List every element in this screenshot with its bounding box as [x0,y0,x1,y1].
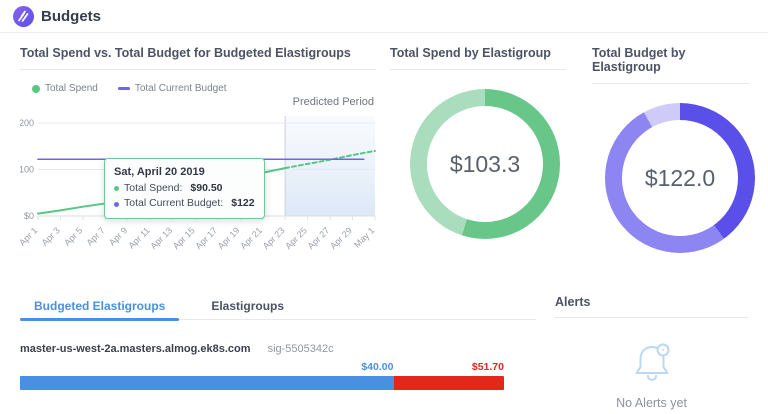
legend-label: Total Current Budget [135,83,227,94]
svg-text:Apr 5: Apr 5 [62,225,84,247]
total-amount-label: $51.70 [472,361,504,373]
legend-item-total-current-budget[interactable]: Total Current Budget [118,83,227,94]
over-budget-bar-segment [394,376,504,390]
budgeted-elastigroup-row[interactable]: master-us-west-2a.masters.almog.ek8s.com… [20,343,536,355]
total-spend-value: $103.3 [410,89,560,239]
elastigroup-sig-id: sig-5505342c [268,343,334,355]
total-budget-donut: $122.0 [605,103,755,253]
spend-vs-budget-title: Total Spend vs. Total Budget for Budgete… [20,46,376,70]
tooltip-total-spend: Total Spend: $90.50 [114,181,255,197]
stacked-budget-bar [20,376,504,390]
tab-budgeted-elastigroups[interactable]: Budgeted Elastigroups [20,295,179,319]
tooltip-total-current-budget: Total Current Budget: $122 [114,196,255,212]
purple-bullet-icon [114,202,119,207]
spend-vs-budget-panel: Total Spend vs. Total Budget for Budgete… [20,46,376,290]
svg-text:Apr 19: Apr 19 [216,225,242,251]
legend-item-total-spend[interactable]: Total Spend [32,83,98,94]
tooltip-date: Sat, April 20 2019 [114,164,255,181]
svg-text:Apr 17: Apr 17 [193,225,219,251]
green-bullet-icon [114,186,119,191]
elastigroups-panel: Budgeted Elastigroups Elastigroups maste… [20,295,536,390]
total-budget-panel: Total Budget by Elastigroup $122.0 [592,46,749,253]
svg-text:Apr 1: Apr 1 [20,225,39,247]
svg-text:Apr 7: Apr 7 [85,225,107,247]
alerts-panel: Alerts No Alerts yet [555,295,748,410]
alerts-title: Alerts [555,295,748,318]
svg-text:$0: $0 [24,211,34,221]
spotinst-logo-icon [13,6,34,27]
svg-text:Apr 13: Apr 13 [148,225,174,251]
svg-text:$100: $100 [20,164,34,174]
tab-bar: Budgeted Elastigroups Elastigroups [20,295,536,320]
budget-usage-bar: $40.00 $51.70 [20,361,504,390]
total-spend-panel: Total Spend by Elastigroup $103.3 [390,46,566,239]
tab-elastigroups[interactable]: Elastigroups [197,295,298,319]
total-budget-title: Total Budget by Elastigroup [592,46,749,84]
legend-label: Total Spend [45,83,98,94]
budget-line-icon [118,87,130,90]
predicted-period-label: Predicted Period [293,96,374,108]
bell-icon [626,338,678,386]
bar-labels: $40.00 $51.70 [20,361,504,374]
chart-tooltip: Sat, April 20 2019 Total Spend: $90.50 T… [104,158,265,219]
svg-text:Apr 15: Apr 15 [171,225,197,251]
svg-text:Apr 21: Apr 21 [238,225,264,251]
total-spend-dot-icon [32,85,40,93]
spend-bar-segment [20,376,394,390]
svg-text:Apr 27: Apr 27 [306,225,332,251]
svg-text:Apr 11: Apr 11 [126,225,151,250]
svg-text:Apr 3: Apr 3 [40,225,62,247]
total-spend-title: Total Spend by Elastigroup [390,46,566,70]
app-header: Budgets [0,0,768,33]
chart-legend: Total Spend Total Current Budget [32,83,227,94]
svg-text:Apr 29: Apr 29 [328,225,354,251]
alerts-empty-text: No Alerts yet [555,396,748,410]
svg-text:$200: $200 [20,118,34,128]
svg-text:May 1: May 1 [352,225,376,249]
page-title: Budgets [41,0,101,33]
total-spend-donut: $103.3 [410,89,560,239]
elastigroup-name[interactable]: master-us-west-2a.masters.almog.ek8s.com [20,343,251,355]
svg-text:Apr 25: Apr 25 [283,225,309,251]
svg-text:Apr 23: Apr 23 [261,225,287,251]
spend-amount-label: $40.00 [361,361,394,373]
total-budget-value: $122.0 [605,103,755,253]
